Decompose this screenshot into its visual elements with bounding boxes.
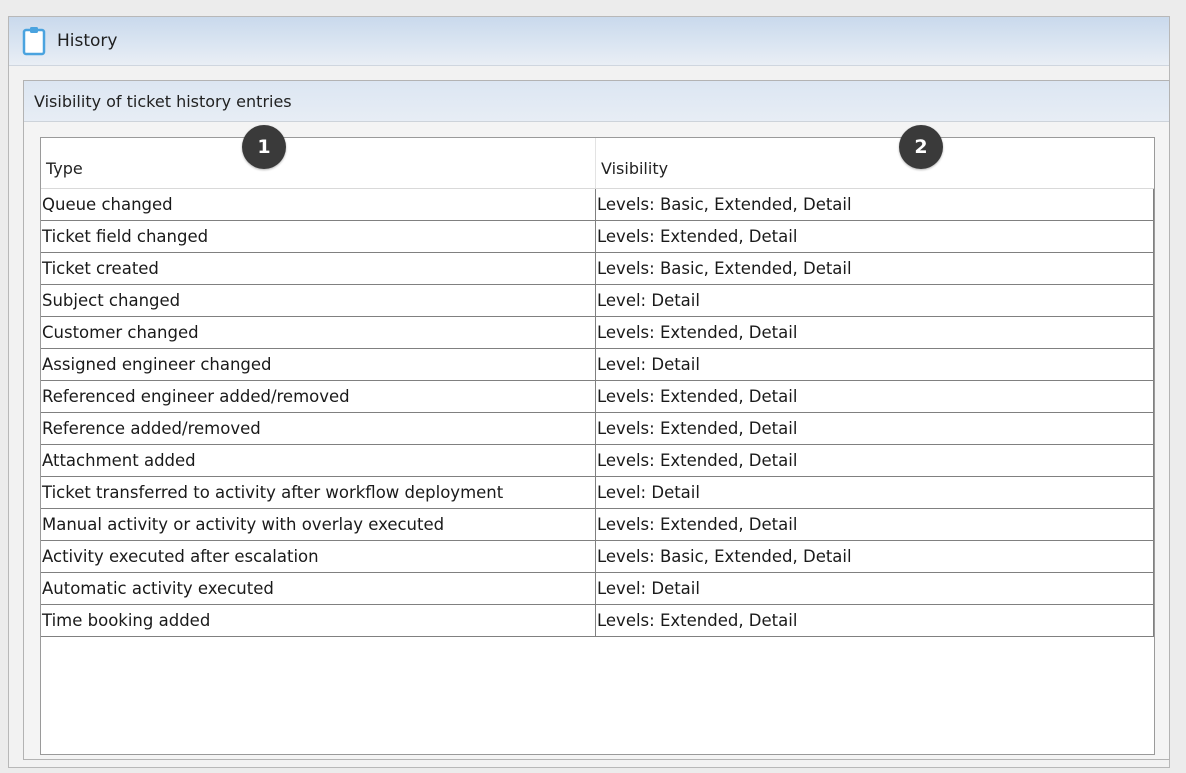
- table-row[interactable]: Subject changed Level: Detail: [41, 285, 1154, 317]
- cell-visibility[interactable]: Levels: Extended, Detail: [596, 381, 1154, 412]
- cell-type: Ticket created: [41, 253, 596, 284]
- table-row[interactable]: Ticket transferred to activity after wor…: [41, 477, 1154, 509]
- cell-type: Subject changed: [41, 285, 596, 316]
- cell-visibility[interactable]: Levels: Extended, Detail: [596, 317, 1154, 348]
- window-titlebar: History: [9, 17, 1169, 66]
- cell-visibility[interactable]: Levels: Basic, Extended, Detail: [596, 253, 1154, 284]
- cell-type: Customer changed: [41, 317, 596, 348]
- clipboard-icon: [17, 24, 51, 58]
- table-row[interactable]: Reference added/removed Levels: Extended,…: [41, 413, 1154, 445]
- table-row[interactable]: Attachment added Levels: Extended, Detail: [41, 445, 1154, 477]
- cell-type: Referenced engineer added/removed: [41, 381, 596, 412]
- table-row[interactable]: Queue changed Levels: Basic, Extended, De…: [41, 189, 1154, 221]
- column-header-type-label: Type: [46, 158, 83, 178]
- cell-type: Automatic activity executed: [41, 573, 596, 604]
- table-body: Queue changed Levels: Basic, Extended, De…: [41, 189, 1154, 637]
- cell-visibility[interactable]: Levels: Extended, Detail: [596, 221, 1154, 252]
- history-visibility-table: Type 1 Visibility 2 Queue changed Levels:…: [40, 125, 1155, 755]
- cell-visibility[interactable]: Levels: Extended, Detail: [596, 509, 1154, 540]
- table-row[interactable]: Ticket field changed Levels: Extended, De…: [41, 221, 1154, 253]
- cell-type: Ticket transferred to activity after wor…: [41, 477, 596, 508]
- cell-visibility[interactable]: Level: Detail: [596, 573, 1154, 604]
- callout-badge-2: 2: [899, 125, 943, 169]
- group-header: Visibility of ticket history entries: [24, 81, 1169, 122]
- cell-type: Ticket field changed: [41, 221, 596, 252]
- table-row[interactable]: Referenced engineer added/removed Levels:…: [41, 381, 1154, 413]
- cell-visibility[interactable]: Level: Detail: [596, 285, 1154, 316]
- table-header: Type 1 Visibility 2: [41, 125, 1154, 189]
- cell-type: Assigned engineer changed: [41, 349, 596, 380]
- column-header-type[interactable]: Type 1: [41, 125, 596, 188]
- cell-visibility[interactable]: Level: Detail: [596, 477, 1154, 508]
- table-row[interactable]: Manual activity or activity with overlay…: [41, 509, 1154, 541]
- column-header-visibility-label: Visibility: [601, 158, 669, 178]
- cell-type: Queue changed: [41, 189, 596, 220]
- cell-visibility[interactable]: Levels: Basic, Extended, Detail: [596, 541, 1154, 572]
- cell-type: Time booking added: [41, 605, 596, 636]
- cell-type: Reference added/removed: [41, 413, 596, 444]
- callout-badge-1: 1: [242, 125, 286, 169]
- table-row[interactable]: Automatic activity executed Level: Detail: [41, 573, 1154, 605]
- cell-visibility[interactable]: Levels: Basic, Extended, Detail: [596, 189, 1154, 220]
- cell-type: Activity executed after escalation: [41, 541, 596, 572]
- table-row[interactable]: Customer changed Levels: Extended, Detail: [41, 317, 1154, 349]
- table-row[interactable]: Time booking added Levels: Extended, Deta…: [41, 605, 1154, 637]
- cell-visibility[interactable]: Levels: Extended, Detail: [596, 605, 1154, 636]
- visibility-group: Visibility of ticket history entries Typ…: [23, 80, 1170, 760]
- history-window: History Visibility of ticket history ent…: [8, 16, 1170, 768]
- cell-visibility[interactable]: Level: Detail: [596, 349, 1154, 380]
- cell-type: Attachment added: [41, 445, 596, 476]
- table-row[interactable]: Assigned engineer changed Level: Detail: [41, 349, 1154, 381]
- column-header-visibility[interactable]: Visibility 2: [596, 125, 1152, 188]
- window-title: History: [57, 31, 118, 51]
- cell-type: Manual activity or activity with overlay…: [41, 509, 596, 540]
- cell-visibility[interactable]: Levels: Extended, Detail: [596, 445, 1154, 476]
- cell-visibility[interactable]: Levels: Extended, Detail: [596, 413, 1154, 444]
- table-row[interactable]: Ticket created Levels: Basic, Extended, D…: [41, 253, 1154, 285]
- table-row[interactable]: Activity executed after escalation Levels…: [41, 541, 1154, 573]
